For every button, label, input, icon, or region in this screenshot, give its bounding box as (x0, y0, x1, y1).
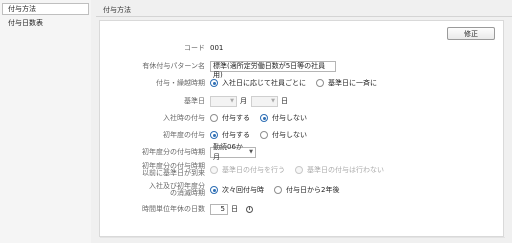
first-year-label: 初年度の付与 (163, 131, 205, 139)
month-unit: 月 (240, 97, 247, 105)
radio-checked-icon (210, 131, 218, 139)
radio-label: 次々回付与時 (222, 186, 264, 194)
day-unit: 日 (281, 97, 288, 105)
hourly-days-row: 時間単位年休の日数 5 日 i (100, 201, 505, 217)
sidebar-item-grant-days-table[interactable]: 付与日数表 (0, 17, 91, 30)
first-year-option-no-grant[interactable]: 付与しない (260, 130, 307, 140)
label-line2: 以前に基準日が到来 (142, 169, 205, 177)
radio-unchecked-icon (260, 131, 268, 139)
radio-checked-icon (210, 79, 218, 87)
timing-option-base-date[interactable]: 基準日に一斉に (316, 78, 377, 88)
expiry-row: 入社及び初年度分 の消滅時期 次々回付与時 付与日から2年後 (100, 181, 505, 199)
pattern-name-label: 有休付与パターン名 (142, 62, 205, 70)
timing-label: 付与・繰越時期 (156, 79, 205, 87)
radio-checked-icon (210, 186, 218, 194)
chevron-down-icon: ▼ (249, 149, 253, 155)
radio-unchecked-icon (210, 114, 218, 122)
radio-checked-icon (260, 114, 268, 122)
chevron-down-icon: ▼ (271, 98, 275, 104)
panel-footer-divider (100, 237, 505, 238)
chevron-down-icon: ▼ (230, 98, 234, 104)
on-hire-option-no-grant[interactable]: 付与しない (260, 113, 307, 123)
settings-panel: 修正 コード 001 有休付与パターン名 標準(適所定労働日数が5日等の社員用)… (99, 20, 505, 238)
radio-label: 基準日に一斉に (328, 79, 377, 87)
radio-label: 付与する (222, 114, 250, 122)
edit-button[interactable]: 修正 (447, 27, 495, 40)
before-base-label: 初年度分の付与時期 以前に基準日が到来 (100, 162, 210, 178)
radio-label: 付与しない (272, 131, 307, 139)
radio-label: 付与しない (272, 114, 307, 122)
expiry-label: 入社及び初年度分 の消滅時期 (100, 182, 210, 198)
code-value: 001 (210, 44, 224, 52)
radio-label: 基準日の付与を行う (222, 166, 285, 174)
on-hire-row: 入社時の付与 付与する 付与しない (100, 110, 505, 126)
code-row: コード 001 (100, 40, 505, 56)
base-date-label: 基準日 (184, 97, 205, 105)
base-date-month-select[interactable]: ▼ (210, 95, 237, 107)
before-base-option-grant[interactable]: 基準日の付与を行う (210, 165, 285, 175)
radio-label: 基準日の付与は行わない (307, 166, 384, 174)
main-content: 付与方法 修正 コード 001 有休付与パターン名 標準(適所定労働日数が5日等… (96, 0, 512, 243)
first-year-timing-row: 初年度分の付与時期 勤続06か月 ▼ (100, 143, 505, 161)
hourly-days-input[interactable]: 5 (210, 203, 228, 215)
sidebar-item-label: 付与方法 (8, 5, 36, 13)
title-divider (96, 16, 512, 17)
sidebar-item-grant-method[interactable]: 付与方法 (2, 3, 89, 15)
hourly-days-label: 時間単位年休の日数 (142, 205, 205, 213)
before-base-option-no-grant[interactable]: 基準日の付与は行わない (295, 165, 384, 175)
radio-disabled-icon (210, 166, 218, 174)
radio-label: 入社日に応じて社員ごとに (222, 79, 306, 87)
first-year-row: 初年度の付与 付与する 付与しない (100, 127, 505, 143)
code-label: コード (184, 44, 205, 52)
expiry-option-next-next[interactable]: 次々回付与時 (210, 185, 264, 195)
timing-option-per-employee[interactable]: 入社日に応じて社員ごとに (210, 78, 306, 88)
timing-row: 付与・繰越時期 入社日に応じて社員ごとに 基準日に一斉に (100, 75, 505, 91)
page-title: 付与方法 (103, 6, 131, 14)
select-value: 勤続06か月 (213, 143, 243, 161)
sidebar: 付与方法 付与日数表 (0, 0, 91, 243)
pattern-name-input[interactable]: 標準(適所定労働日数が5日等の社員用) (210, 60, 336, 79)
radio-unchecked-icon (274, 186, 282, 194)
radio-unchecked-icon (316, 79, 324, 87)
before-base-row: 初年度分の付与時期 以前に基準日が到来 基準日の付与を行う 基準日の付与は行わな… (100, 161, 505, 179)
radio-label: 付与日から2年後 (286, 186, 340, 194)
sidebar-item-label: 付与日数表 (8, 19, 43, 27)
hourly-days-unit: 日 (231, 205, 238, 213)
label-line2: の消滅時期 (170, 189, 205, 197)
first-year-option-grant[interactable]: 付与する (210, 130, 250, 140)
expiry-option-two-years[interactable]: 付与日から2年後 (274, 185, 339, 195)
on-hire-label: 入社時の付与 (163, 114, 205, 122)
on-hire-option-grant[interactable]: 付与する (210, 113, 250, 123)
first-year-timing-label: 初年度分の付与時期 (142, 148, 205, 156)
base-date-row: 基準日 ▼ 月 ▼ 日 (100, 93, 505, 109)
radio-label: 付与する (222, 131, 250, 139)
first-year-timing-select[interactable]: 勤続06か月 ▼ (210, 143, 256, 161)
info-icon[interactable]: i (246, 205, 253, 213)
radio-disabled-icon (295, 166, 303, 174)
pattern-name-row: 有休付与パターン名 標準(適所定労働日数が5日等の社員用) (100, 58, 505, 79)
base-date-day-select[interactable]: ▼ (251, 95, 278, 107)
